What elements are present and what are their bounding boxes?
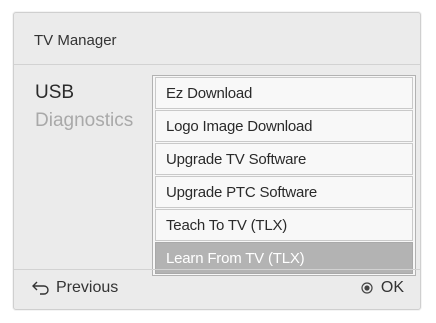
submenu-item-upgrade-ptc-software[interactable]: Upgrade PTC Software <box>155 176 413 208</box>
back-arrow-icon <box>32 281 49 295</box>
usb-submenu: Ez Download Logo Image Download Upgrade … <box>152 75 416 276</box>
submenu-item-logo-image-download[interactable]: Logo Image Download <box>155 110 413 142</box>
menu-item-diagnostics[interactable]: Diagnostics <box>35 107 133 135</box>
ok-button[interactable]: OK <box>361 279 404 297</box>
menu-item-usb[interactable]: USB <box>35 79 133 107</box>
submenu-item-teach-to-tv[interactable]: Teach To TV (TLX) <box>155 209 413 241</box>
page-title: TV Manager <box>34 32 117 49</box>
previous-button[interactable]: Previous <box>32 279 118 297</box>
previous-label: Previous <box>56 279 119 296</box>
ok-label: OK <box>380 279 404 296</box>
submenu-item-ez-download[interactable]: Ez Download <box>155 77 413 109</box>
tv-manager-panel: TV Manager USB Diagnostics Ez Download L… <box>13 12 421 310</box>
panel-header: TV Manager <box>14 13 420 65</box>
radio-ok-icon <box>361 282 373 294</box>
panel-footer: Previous OK <box>14 269 420 309</box>
main-menu: USB Diagnostics <box>35 79 133 135</box>
submenu-item-upgrade-tv-software[interactable]: Upgrade TV Software <box>155 143 413 175</box>
